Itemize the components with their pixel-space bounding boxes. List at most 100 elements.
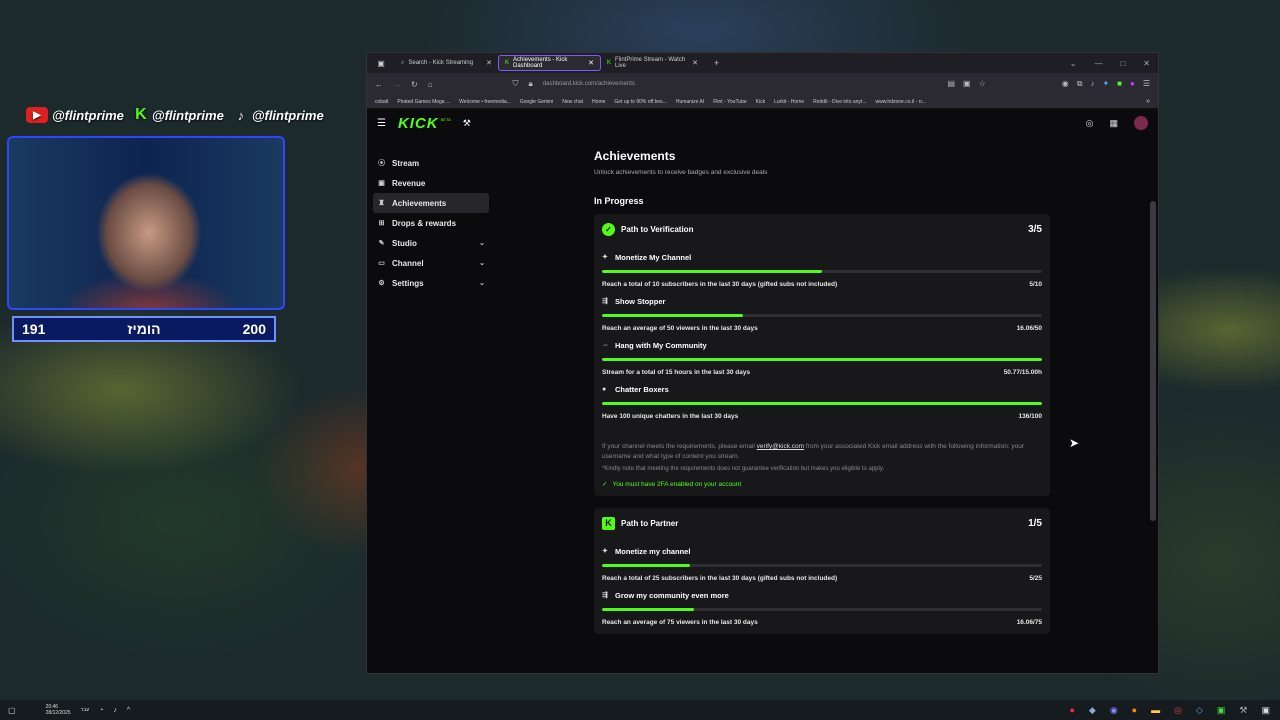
- close-icon[interactable]: ✕: [692, 59, 698, 67]
- verification-card: ✓ Path to Verification 3/5 ✦ Monetize My …: [594, 214, 1050, 496]
- reload-icon[interactable]: ↻: [411, 80, 418, 89]
- wifi-icon[interactable]: ◔: [99, 707, 103, 714]
- youtube-app-icon[interactable]: ●: [1069, 705, 1074, 716]
- new-tab-button[interactable]: +: [704, 58, 719, 68]
- studio-icon: ✎: [378, 240, 385, 247]
- beta-label: BETA: [440, 116, 451, 122]
- kick-logo[interactable]: KICK: [398, 115, 439, 132]
- bookmark-item[interactable]: Get up to 90% off bes...: [614, 99, 666, 105]
- tray-chevron-up-icon[interactable]: ^: [127, 707, 130, 714]
- bookmark-item[interactable]: Lurkit - Home: [774, 99, 804, 105]
- card-title: Path to Verification: [621, 224, 694, 234]
- language-indicator[interactable]: עבר: [81, 707, 90, 713]
- channel-icon: ▭: [378, 260, 385, 267]
- progress-bar: [602, 358, 1042, 361]
- tab-overview-icon[interactable]: ▣: [367, 59, 395, 68]
- sidebar-item-revenue[interactable]: ▣ Revenue: [373, 173, 489, 193]
- bookmark-item[interactable]: Reddit - Dive into anyt...: [813, 99, 866, 105]
- close-icon[interactable]: ✕: [588, 59, 594, 67]
- sidebar-item-settings[interactable]: ⚙ Settings ⌄: [373, 273, 489, 293]
- forward-icon[interactable]: →: [393, 80, 401, 89]
- achievement-item: ✦ Monetize My Channel Reach a total of 10…: [602, 252, 1042, 288]
- counter-goal: 200: [242, 321, 266, 337]
- avatar[interactable]: [1134, 116, 1148, 130]
- app-icon[interactable]: ▣: [1261, 705, 1270, 716]
- achievement-item: ● Chatter Boxers Have 100 unique chatters…: [602, 384, 1042, 420]
- close-icon[interactable]: ✕: [486, 59, 492, 67]
- app-icon[interactable]: ⚒: [1239, 705, 1247, 716]
- progress-fill: [602, 270, 822, 273]
- sidebar-item-achievements[interactable]: ♜ Achievements: [373, 193, 489, 213]
- notification-icon[interactable]: ▢: [8, 706, 16, 715]
- extension-icon[interactable]: ✦: [1102, 79, 1109, 89]
- tab-search[interactable]: ⌕ Search - Kick Streaming ✕: [395, 55, 498, 71]
- sidebar-item-channel[interactable]: ▭ Channel ⌄: [373, 253, 489, 273]
- bookmark-item[interactable]: Flint - YouTube: [713, 99, 746, 105]
- viewers-icon: ⇶: [602, 592, 608, 599]
- progress-bar: [602, 402, 1042, 405]
- tab-list-icon[interactable]: ⌄: [1070, 59, 1077, 68]
- card-title: Path to Partner: [621, 518, 679, 528]
- pip-icon[interactable]: ▣: [963, 79, 971, 89]
- sidebar: ⦿ Stream ▣ Revenue ♜ Achievements ⊞ Drops & …: [373, 153, 489, 293]
- menu-icon[interactable]: ☰: [1143, 79, 1150, 89]
- taskbar-apps: ● ◆ ◉ ● ▬ ◎ ◇ ▣ ⚒ ▣: [1069, 705, 1280, 716]
- youtube-handle: ▶ @flintprime: [26, 107, 124, 123]
- clock[interactable]: 20:46 28/12/2025: [26, 704, 71, 716]
- creator-tools-icon[interactable]: ⚒: [463, 118, 471, 129]
- studio-icon[interactable]: ▦: [1109, 118, 1118, 129]
- firefox-icon[interactable]: ●: [1132, 705, 1137, 716]
- lock-icon[interactable]: 🔒︎: [529, 79, 533, 89]
- discord-icon[interactable]: ◉: [1110, 705, 1118, 716]
- chat-icon: ●: [602, 385, 607, 393]
- bookmark-item[interactable]: Pirated Games Mega ...: [397, 99, 450, 105]
- verify-email-link[interactable]: verify@kick.com: [757, 443, 804, 450]
- volume-icon[interactable]: ♪: [113, 707, 117, 714]
- tab-achievements[interactable]: K Achievements - Kick Dashboard ✕: [498, 55, 601, 71]
- back-icon[interactable]: ←: [375, 80, 383, 89]
- app-icon[interactable]: ◎: [1174, 705, 1182, 716]
- extension-icon[interactable]: ■: [1117, 79, 1122, 89]
- revenue-icon: ▣: [378, 180, 385, 187]
- bookmark-item[interactable]: Welcome • freemedia...: [459, 99, 511, 105]
- bookmark-star-icon[interactable]: ☆: [979, 79, 986, 89]
- home-icon[interactable]: ⌂: [428, 80, 433, 89]
- bookmark-item[interactable]: Humanize AI: [676, 99, 704, 105]
- bookmark-item[interactable]: Kick: [756, 99, 765, 105]
- sidebar-item-stream[interactable]: ⦿ Stream: [373, 153, 489, 173]
- account-icon[interactable]: ◉: [1062, 79, 1069, 89]
- shield-icon[interactable]: ⛉: [513, 79, 519, 89]
- sidebar-item-studio[interactable]: ✎ Studio ⌄: [373, 233, 489, 253]
- minimize-icon[interactable]: —: [1094, 59, 1102, 68]
- app-icon[interactable]: ◇: [1196, 705, 1203, 716]
- extensions-icon[interactable]: ⧉: [1077, 79, 1083, 89]
- more-bookmarks-icon[interactable]: »: [1146, 98, 1150, 105]
- section-title: In Progress: [594, 196, 644, 206]
- maximize-icon[interactable]: □: [1120, 59, 1125, 68]
- hamburger-icon[interactable]: ☰: [377, 118, 386, 129]
- steam-icon[interactable]: ◆: [1089, 705, 1096, 716]
- app-icon[interactable]: ▣: [1217, 705, 1226, 716]
- extension-icon[interactable]: ●: [1130, 79, 1135, 89]
- twofa-requirement: ✓ You must have 2FA enabled on your accou…: [602, 480, 742, 489]
- scrollbar[interactable]: [1150, 201, 1156, 521]
- sidebar-item-drops[interactable]: ⊞ Drops & rewards: [373, 213, 489, 233]
- bookmark-item[interactable]: New chat: [562, 99, 583, 105]
- card-score: 1/5: [1028, 517, 1042, 529]
- bookmark-item[interactable]: www.hdzone.co.il - ס...: [875, 99, 926, 105]
- live-stream-icon[interactable]: ◎: [1086, 118, 1094, 129]
- chevron-down-icon: ⌄: [479, 280, 485, 287]
- reader-icon[interactable]: ▤: [947, 79, 955, 89]
- bookmark-item[interactable]: Home: [592, 99, 605, 105]
- close-window-icon[interactable]: ✕: [1143, 59, 1150, 68]
- tab-stream[interactable]: K FlintPrime Stream - Watch Live ✕: [601, 55, 704, 71]
- progress-bar: [602, 564, 1042, 567]
- file-explorer-icon[interactable]: ▬: [1151, 705, 1160, 716]
- viewers-icon: ⇶: [602, 298, 608, 305]
- bookmark-item[interactable]: cobalt: [375, 99, 388, 105]
- audio-icon[interactable]: ♪: [1090, 79, 1094, 89]
- kick-handle: K @flintprime: [135, 106, 224, 123]
- url-field[interactable]: dashboard.kick.com/achievements: [543, 81, 635, 87]
- bookmark-item[interactable]: Google Gemini: [520, 99, 553, 105]
- webcam-feed: [7, 136, 285, 310]
